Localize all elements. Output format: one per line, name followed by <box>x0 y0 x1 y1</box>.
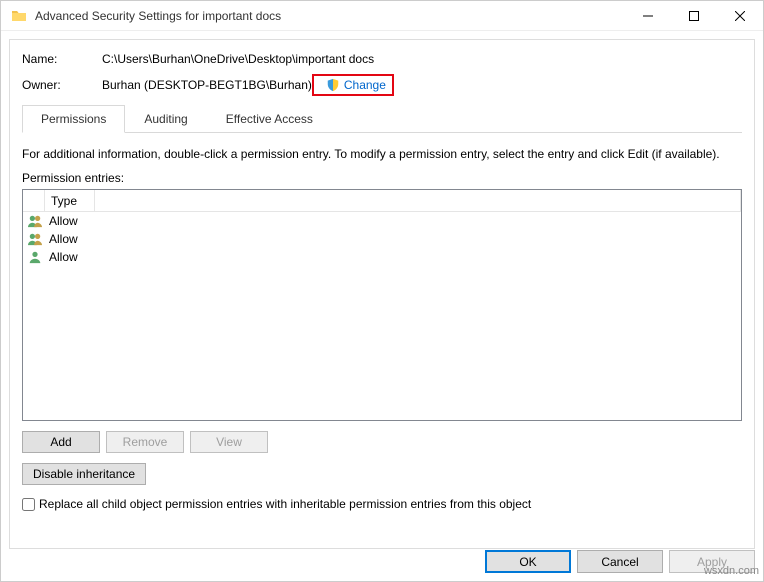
table-row[interactable]: Allow <box>23 248 741 266</box>
tab-auditing[interactable]: Auditing <box>125 105 206 133</box>
watermark: wsxdn.com <box>704 565 759 577</box>
owner-value: Burhan (DESKTOP-BEGT1BG\Burhan) <box>102 78 312 92</box>
add-button[interactable]: Add <box>22 431 100 453</box>
row-type: Allow <box>45 232 95 246</box>
replace-checkbox-row: Replace all child object permission entr… <box>22 497 742 511</box>
name-label: Name: <box>22 52 102 66</box>
permission-buttons: Add Remove View <box>22 431 742 453</box>
close-button[interactable] <box>717 1 763 31</box>
replace-checkbox-label[interactable]: Replace all child object permission entr… <box>39 497 531 511</box>
col-rest-header[interactable] <box>95 190 741 212</box>
ok-button[interactable]: OK <box>485 550 571 573</box>
row-type: Allow <box>45 250 95 264</box>
principal-icon <box>25 214 45 228</box>
titlebar: Advanced Security Settings for important… <box>1 1 763 31</box>
principal-icon <box>25 232 45 246</box>
name-row: Name: C:\Users\Burhan\OneDrive\Desktop\i… <box>22 52 742 66</box>
owner-row: Owner: Burhan (DESKTOP-BEGT1BG\Burhan) C… <box>22 74 742 96</box>
view-button[interactable]: View <box>190 431 268 453</box>
folder-icon <box>11 8 27 24</box>
name-value: C:\Users\Burhan\OneDrive\Desktop\importa… <box>102 52 374 66</box>
row-type: Allow <box>45 214 95 228</box>
window-title: Advanced Security Settings for important… <box>35 9 625 23</box>
grid-body: Allow Allow Allow <box>23 212 741 420</box>
shield-icon <box>326 78 340 92</box>
info-text: For additional information, double-click… <box>22 147 742 161</box>
remove-button[interactable]: Remove <box>106 431 184 453</box>
minimize-button[interactable] <box>625 1 671 31</box>
table-row[interactable]: Allow <box>23 230 741 248</box>
tab-permissions[interactable]: Permissions <box>22 105 125 133</box>
change-link-label: Change <box>344 78 386 92</box>
tab-effective-access[interactable]: Effective Access <box>207 105 332 133</box>
content-panel: Name: C:\Users\Burhan\OneDrive\Desktop\i… <box>9 39 755 549</box>
change-owner-link[interactable]: Change <box>326 78 386 92</box>
window-controls <box>625 1 763 31</box>
replace-checkbox[interactable] <box>22 498 35 511</box>
owner-label: Owner: <box>22 78 102 92</box>
maximize-button[interactable] <box>671 1 717 31</box>
disable-inheritance-button[interactable]: Disable inheritance <box>22 463 146 485</box>
col-type-header[interactable]: Type <box>45 190 95 212</box>
permission-entries-label: Permission entries: <box>22 171 742 185</box>
cancel-button[interactable]: Cancel <box>577 550 663 573</box>
principal-icon <box>25 250 45 264</box>
permission-grid[interactable]: Type Allow Allow Allow <box>22 189 742 421</box>
table-row[interactable]: Allow <box>23 212 741 230</box>
grid-header: Type <box>23 190 741 212</box>
change-highlight: Change <box>312 74 394 96</box>
tabs: Permissions Auditing Effective Access <box>22 104 742 133</box>
